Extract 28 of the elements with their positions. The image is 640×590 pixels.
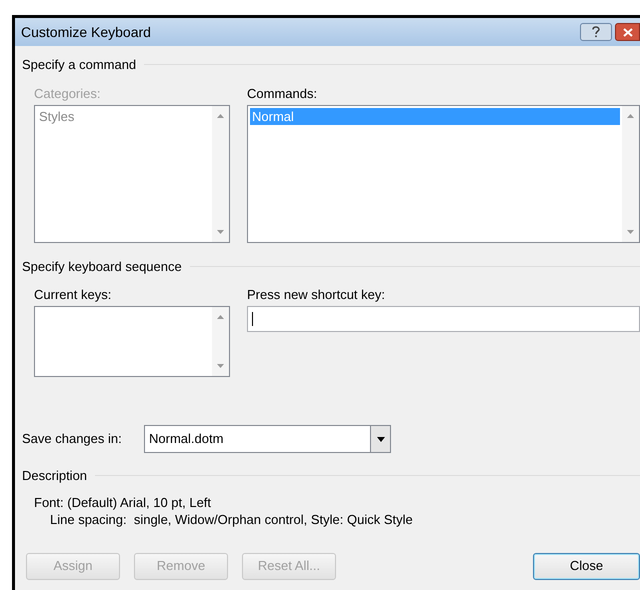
section-title: Specify a command bbox=[22, 56, 136, 74]
field-label: Save changes in: bbox=[22, 430, 123, 448]
scroll-up-icon[interactable] bbox=[627, 114, 634, 118]
scroll-down-icon[interactable] bbox=[627, 230, 634, 234]
field-label: Current keys: bbox=[34, 286, 112, 304]
shortcut-input-field[interactable] bbox=[247, 306, 640, 332]
dialog-button[interactable]: Close bbox=[533, 552, 640, 580]
scroll-down-icon[interactable] bbox=[217, 364, 224, 368]
description-text: Line spacing: single, Widow/Orphan control, Style: Quick Style bbox=[49, 510, 414, 528]
scroll-down-icon[interactable] bbox=[217, 230, 224, 234]
dropdown-arrow-icon bbox=[376, 436, 384, 442]
field-label: Press new shortcut key: bbox=[247, 286, 386, 304]
help-icon bbox=[592, 26, 600, 38]
save-changes-dropdown[interactable]: Normal.dotm bbox=[144, 425, 391, 453]
section-title: Specify keyboard sequence bbox=[22, 258, 182, 276]
list-label: Categories: bbox=[34, 84, 102, 103]
help-button[interactable] bbox=[580, 23, 612, 41]
close-icon bbox=[622, 28, 632, 36]
current-keys-list[interactable] bbox=[34, 306, 230, 377]
scroll-up-icon[interactable] bbox=[217, 114, 224, 118]
list-box[interactable]: Normal bbox=[247, 105, 640, 243]
section-title: Description bbox=[22, 467, 88, 485]
window-title: Customize Keyboard bbox=[21, 22, 151, 42]
scroll-up-icon[interactable] bbox=[217, 315, 224, 319]
description-text: Font: (Default) Arial, 10 pt, Left bbox=[34, 494, 212, 510]
close-button[interactable] bbox=[615, 23, 640, 41]
list-item[interactable]: Normal bbox=[250, 108, 620, 125]
list-label: Commands: bbox=[247, 84, 318, 102]
